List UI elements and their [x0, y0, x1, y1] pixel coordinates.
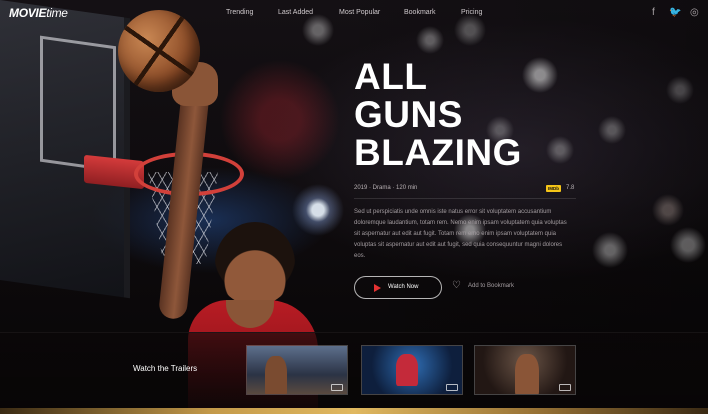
hero-title-line-1: ALL [354, 56, 428, 97]
watch-now-label: Watch Now [388, 284, 419, 290]
facebook-icon[interactable]: f [652, 7, 655, 18]
trailer-thumbnail-2[interactable] [361, 345, 463, 395]
nav-pricing[interactable]: Pricing [461, 9, 482, 16]
hoop-mount [84, 154, 144, 190]
trailer-1-badge-icon [331, 384, 343, 391]
player-hand [172, 62, 218, 106]
basketball [118, 10, 200, 92]
imdb-badge: IMDb [546, 185, 561, 192]
movie-meta: 2019 · Drama · 120 min IMDb 7.8 [354, 185, 576, 195]
trailer-1-player [265, 356, 287, 394]
hero-title: ALL GUNS BLAZING [354, 58, 614, 172]
watch-now-button[interactable]: Watch Now [354, 276, 442, 299]
basketball-net [148, 172, 218, 264]
basketball-rim [134, 152, 244, 196]
meta-divider [354, 198, 576, 199]
trailer-2-badge-icon [446, 384, 458, 391]
basketball-backboard [0, 0, 130, 299]
trailer-thumbnail-3[interactable] [474, 345, 576, 395]
bottom-accent-bar [0, 408, 708, 414]
hero-title-line-2: GUNS [354, 94, 463, 135]
nav-bookmark[interactable]: Bookmark [404, 9, 436, 16]
main-nav: Trending Last Added Most Popular Bookmar… [0, 9, 708, 21]
trailer-3-badge-icon [559, 384, 571, 391]
play-icon [374, 284, 381, 292]
instagram-icon[interactable]: ◎ [690, 7, 699, 18]
movie-description: Sed ut perspiciatis unde omnis iste natu… [354, 209, 567, 259]
imdb-rating: 7.8 [566, 185, 575, 191]
player-arm [157, 68, 212, 321]
hero-title-line-3: BLAZING [354, 132, 522, 173]
heart-icon: ♡ [452, 280, 461, 291]
nav-most-popular[interactable]: Most Popular [339, 9, 380, 16]
trailer-thumbnail-1[interactable] [246, 345, 348, 395]
trailer-3-player [515, 354, 539, 394]
nav-last-added[interactable]: Last Added [278, 9, 313, 16]
nav-trending[interactable]: Trending [226, 9, 253, 16]
trailers-heading: Watch the Trailers [133, 364, 198, 373]
trailer-2-player [396, 354, 418, 386]
add-to-bookmark-label: Add to Bookmark [468, 283, 515, 289]
twitter-icon[interactable]: 🐦 [669, 7, 681, 18]
trailers-strip [0, 332, 708, 414]
movie-info: 2019 · Drama · 120 min [354, 185, 418, 191]
player-head [215, 222, 295, 306]
